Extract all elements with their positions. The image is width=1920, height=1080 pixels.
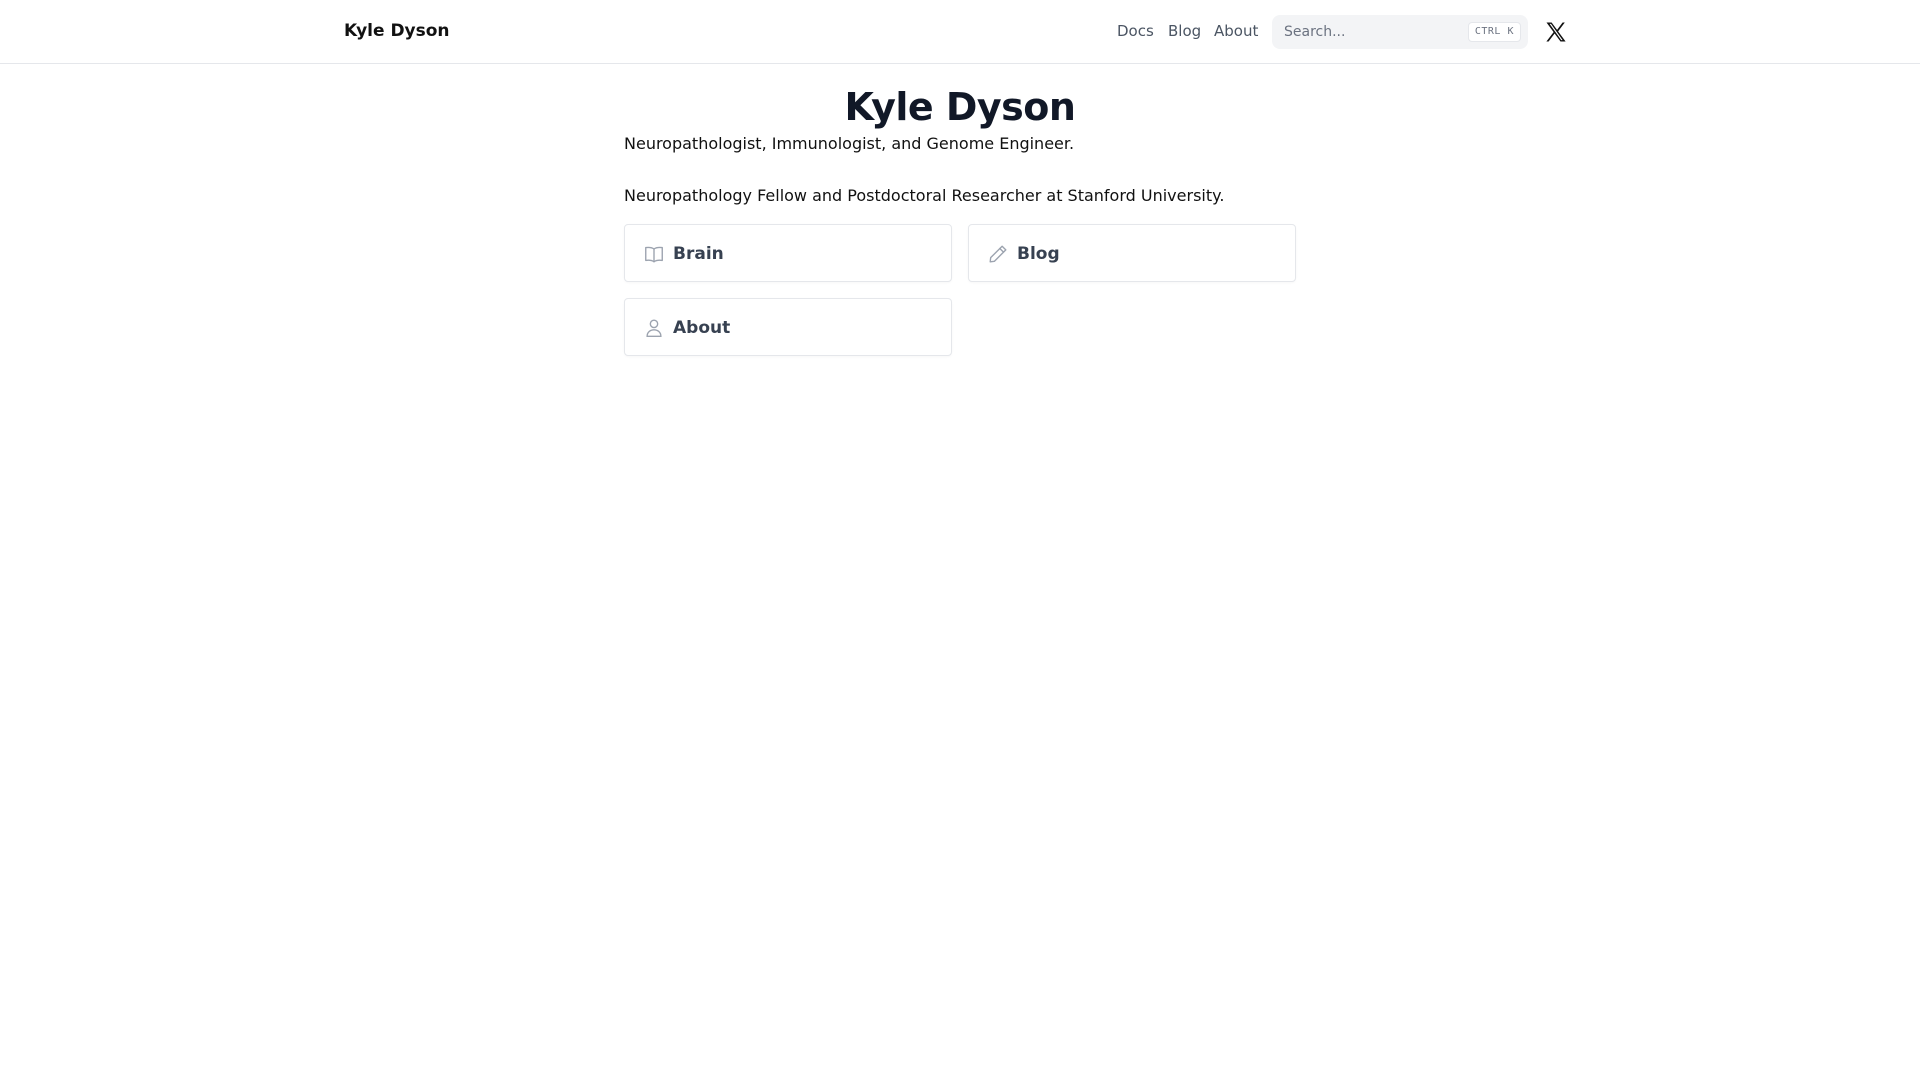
position-text: Neuropathology Fellow and Postdoctoral R… <box>624 186 1225 205</box>
link-cards-grid: Brain Blog About <box>624 224 1296 364</box>
card-blog[interactable]: Blog <box>968 224 1296 282</box>
nav-link-about[interactable]: About <box>1214 21 1258 41</box>
main-content: Kyle Dyson Neuropathologist, Immunologis… <box>624 84 1296 364</box>
book-open-icon <box>645 246 663 263</box>
card-brain-label: Brain <box>673 244 724 264</box>
search-shortcut-hint: CTRL K <box>1467 22 1521 42</box>
page-title: Kyle Dyson <box>844 85 1076 129</box>
card-blog-label: Blog <box>1017 244 1060 264</box>
card-brain[interactable]: Brain <box>624 224 952 282</box>
top-navbar: Kyle Dyson Docs Blog About CTRL K <box>0 0 1920 64</box>
nav-link-blog[interactable]: Blog <box>1168 21 1201 41</box>
pencil-icon <box>989 245 1007 263</box>
site-brand-link[interactable]: Kyle Dyson <box>344 20 450 42</box>
card-about-label: About <box>673 318 731 338</box>
x-social-link[interactable] <box>1544 20 1568 44</box>
card-about[interactable]: About <box>624 298 952 356</box>
x-logo-icon <box>1546 22 1566 42</box>
user-icon <box>646 319 662 337</box>
search-box: CTRL K <box>1272 15 1528 49</box>
nav-link-docs[interactable]: Docs <box>1117 21 1154 41</box>
tagline-text: Neuropathologist, Immunologist, and Geno… <box>624 134 1075 153</box>
